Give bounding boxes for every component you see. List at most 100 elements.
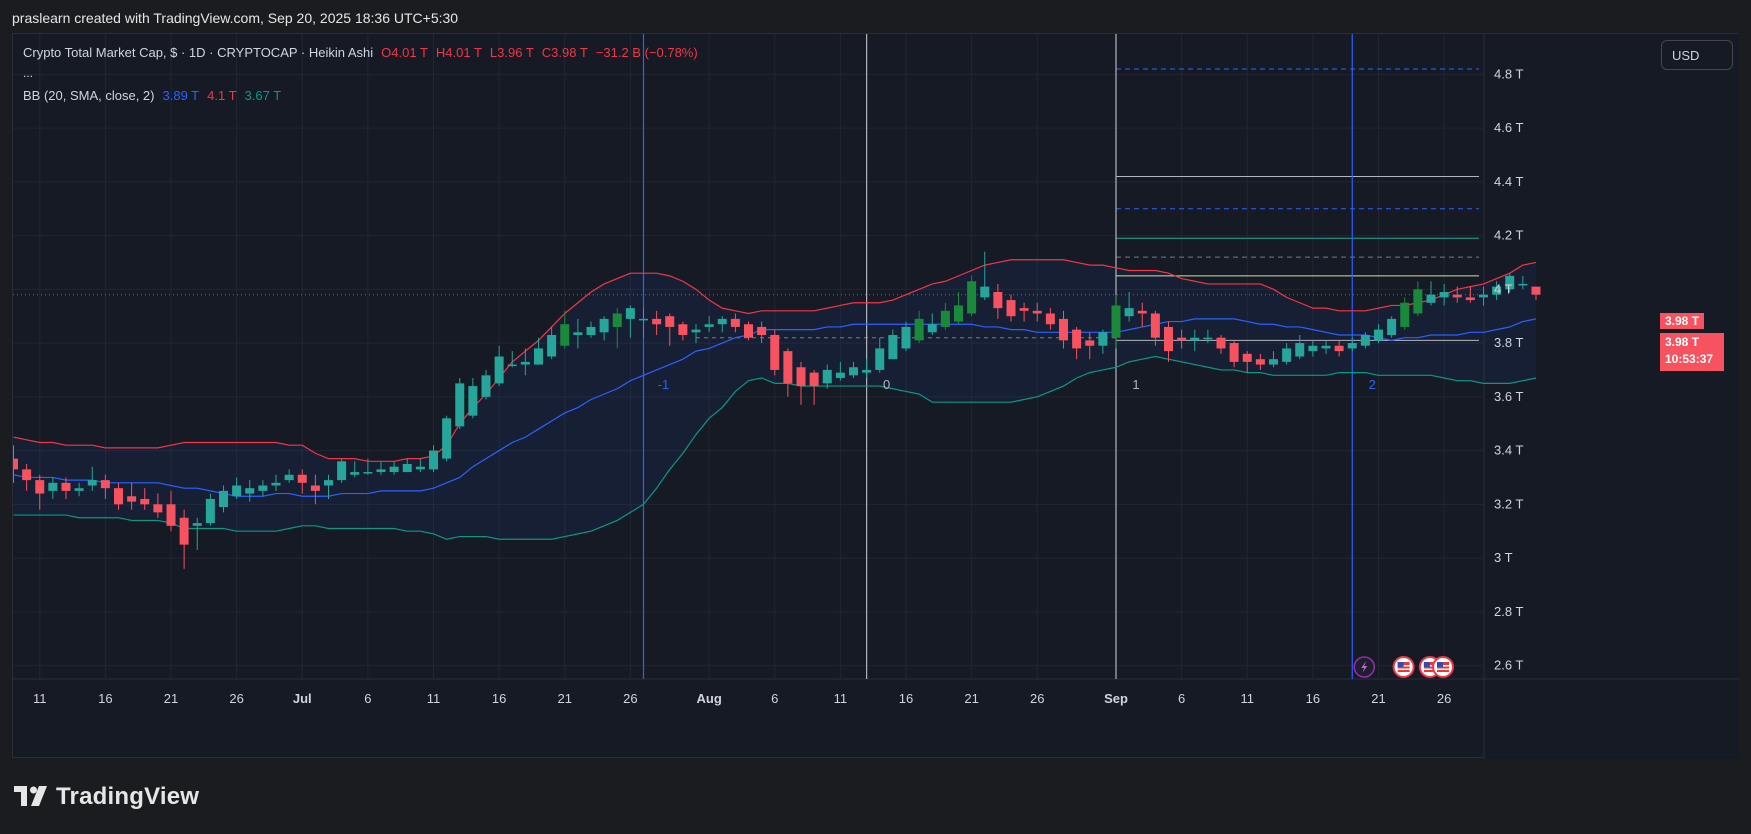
lightning-icon xyxy=(1353,656,1375,678)
legend-low: L3.96 T xyxy=(489,45,534,60)
symbol-legend: Crypto Total Market Cap, $ · 1D · CRYPTO… xyxy=(23,45,698,60)
x-tick-label: 16 xyxy=(899,691,913,706)
candle-body xyxy=(967,281,977,314)
currency-button[interactable]: USD xyxy=(1661,40,1733,70)
x-tick-label: 21 xyxy=(558,691,572,706)
x-tick-label: 6 xyxy=(364,691,371,706)
candle-body xyxy=(862,369,872,373)
candle-body xyxy=(363,472,373,474)
candle-body xyxy=(1137,310,1147,314)
symbol-title[interactable]: Crypto Total Market Cap, $ · 1D · CRYPTO… xyxy=(23,45,373,60)
x-tick-label: 11 xyxy=(1241,691,1255,706)
x-tick-label: 26 xyxy=(1437,691,1451,706)
candle-body xyxy=(665,316,675,327)
candle-body xyxy=(927,324,937,333)
candle-body xyxy=(520,361,530,365)
candle-body xyxy=(324,480,333,486)
candle-body xyxy=(1072,329,1082,349)
bb-basis-value: 3.89 T xyxy=(162,88,200,103)
candle-body xyxy=(1465,297,1475,301)
candle-body xyxy=(586,326,596,335)
candle-body xyxy=(1452,294,1462,298)
candle-body xyxy=(1229,343,1239,362)
y-tick-label: 3.8 T xyxy=(1494,335,1523,350)
candle-body xyxy=(560,324,570,346)
candle-body xyxy=(468,386,478,416)
y-tick-label: 3.6 T xyxy=(1494,389,1523,404)
attribution-header: praslearn created with TradingView.com, … xyxy=(12,10,459,26)
candle-body xyxy=(1032,310,1042,314)
candle xyxy=(770,329,780,376)
candle xyxy=(337,458,347,483)
legend-open: O4.01 T xyxy=(381,45,428,60)
candle-body xyxy=(1374,329,1383,341)
y-tick-label: 3.4 T xyxy=(1494,443,1523,458)
last-price-tag: 3.98 T 10:53:37 xyxy=(1660,333,1724,371)
candle-body xyxy=(87,480,97,486)
candle-body xyxy=(1426,294,1436,303)
candle-body xyxy=(140,498,150,505)
y-tick-label: 4.4 T xyxy=(1494,174,1523,189)
y-tick-label: 4.8 T xyxy=(1494,66,1523,81)
x-tick-label: 21 xyxy=(1371,691,1385,706)
legend-high: H4.01 T xyxy=(435,45,482,60)
legend-close: C3.98 T xyxy=(541,45,588,60)
y-tick-label: 2.8 T xyxy=(1494,604,1523,619)
bb-label[interactable]: BB (20, SMA, close, 2) xyxy=(23,88,155,103)
x-tick-label: 16 xyxy=(492,691,506,706)
x-tick-label: 6 xyxy=(771,691,778,706)
candle-body xyxy=(1242,353,1252,362)
candle-body xyxy=(757,326,767,335)
candle-body xyxy=(310,485,320,491)
bar-countdown: 10:53:37 xyxy=(1665,352,1714,366)
candle-body xyxy=(993,292,1003,309)
candle-body xyxy=(954,305,963,322)
candle-body xyxy=(796,367,806,387)
candle-body xyxy=(835,372,845,378)
candle-body xyxy=(691,329,701,333)
legend-change: −31.2 B (−0.78%) xyxy=(595,45,698,60)
candle-body xyxy=(232,485,242,497)
candle-body xyxy=(22,469,32,481)
candle xyxy=(442,415,452,462)
cycle-label-3: 2 xyxy=(1369,377,1376,392)
candle-body xyxy=(717,318,727,325)
candle-body xyxy=(205,498,215,524)
candle-body xyxy=(1098,332,1108,346)
candle-body xyxy=(114,488,123,505)
candle-body xyxy=(455,383,465,427)
chart-panel[interactable]: -1 0 1 2 4.8 T 4.6 T 4.4 T 4.2 T 4 T 3.8 T 3.6 T 3.… xyxy=(12,33,1739,759)
candle-body xyxy=(258,485,268,491)
candle-body xyxy=(1334,345,1344,352)
candle-body xyxy=(415,466,425,470)
us-flag-icon xyxy=(1392,656,1415,678)
tradingview-logo-icon xyxy=(14,786,47,806)
x-tick-label: 11 xyxy=(834,691,848,706)
candle-body xyxy=(901,326,911,349)
candle xyxy=(967,275,977,317)
candle xyxy=(1387,316,1397,338)
candle-body xyxy=(875,348,885,370)
candle-body xyxy=(61,482,71,491)
candle-body xyxy=(337,461,347,481)
candle-body xyxy=(1321,345,1331,349)
candlestick-chart[interactable]: -1 0 1 2 4.8 T 4.6 T 4.4 T 4.2 T 4 T 3.8 T 3.6 T 3.… xyxy=(13,34,1739,759)
legend-more-button[interactable]: ... xyxy=(23,66,33,80)
candle-body xyxy=(1177,337,1187,341)
candle-body xyxy=(1282,348,1292,362)
candle-body xyxy=(940,310,950,327)
candle-body xyxy=(376,469,386,473)
candle-body xyxy=(389,466,399,473)
tradingview-logo[interactable]: TradingView xyxy=(14,782,199,812)
candle-body xyxy=(1255,359,1265,365)
candle-body xyxy=(1111,305,1121,338)
candle-body xyxy=(350,472,360,475)
bb-indicator-legend: BB (20, SMA, close, 2) 3.89 T 4.1 T 3.67 T xyxy=(23,88,281,103)
cycle-label-2: 1 xyxy=(1132,377,1139,392)
candle-body xyxy=(599,318,609,333)
candle-body xyxy=(166,504,176,526)
x-tick-label: 21 xyxy=(164,691,178,706)
candle-body xyxy=(888,335,898,360)
candle-body xyxy=(74,488,84,491)
cycle-label-1: 0 xyxy=(883,377,890,392)
